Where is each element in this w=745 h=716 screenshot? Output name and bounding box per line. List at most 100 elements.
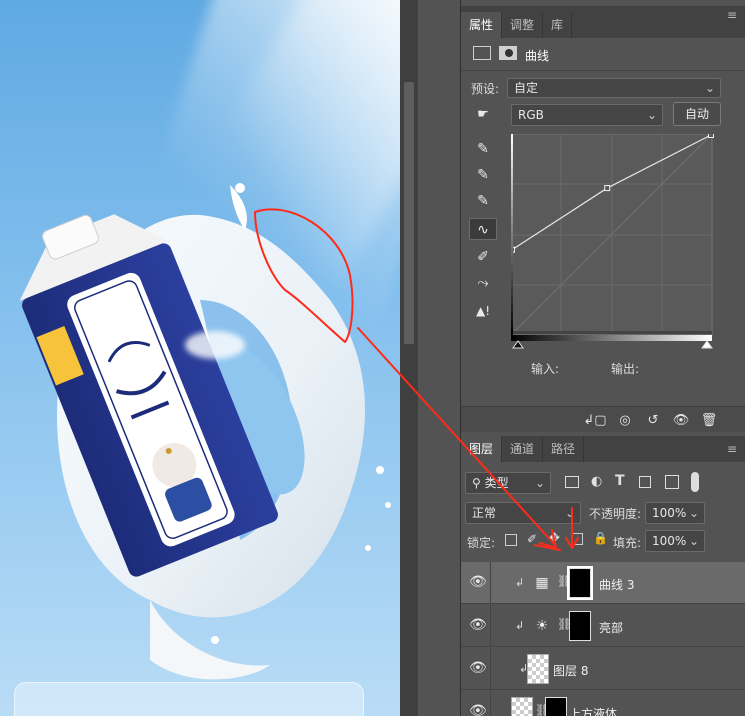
- chevron-down-icon: ⌄: [688, 506, 699, 520]
- layer-name[interactable]: 曲线 3: [599, 576, 634, 593]
- view-previous-icon[interactable]: ◎: [611, 410, 639, 432]
- auto-button[interactable]: 自动: [673, 102, 721, 126]
- visibility-icon[interactable]: 👁: [667, 410, 695, 432]
- fill-value: 100%: [652, 534, 687, 548]
- opacity-value: 100%: [652, 506, 687, 520]
- layer-row[interactable]: 👁 ↲ ☀ ⛓ 亮部: [461, 605, 745, 647]
- fill-label: 填充:: [613, 536, 642, 550]
- layer-row[interactable]: 👁 ⛓ 上方液体: [461, 691, 745, 716]
- opacity-label: 不透明度:: [589, 507, 642, 521]
- black-point-eyedropper-icon[interactable]: ✎: [469, 138, 497, 160]
- white-slider-handle[interactable]: [701, 340, 713, 349]
- gray-point-eyedropper-icon[interactable]: ✎: [469, 164, 497, 186]
- artwork: [19, 183, 391, 680]
- layer-filter-select[interactable]: ⚲ 类型 ⌄: [465, 472, 551, 494]
- properties-panel: 属性 调整 库 ≡ 曲线 预设: 自定 ⌄ ☛ RGB ⌄ 自动 ✎ ✎ ✎ ∿ ✐…: [460, 0, 745, 432]
- chevron-down-icon: ⌄: [534, 476, 545, 490]
- pixel-filter-icon[interactable]: [565, 476, 579, 488]
- black-slider-handle[interactable]: [512, 340, 524, 349]
- lock-position-icon[interactable]: ✥: [549, 531, 560, 546]
- white-point-eyedropper-icon[interactable]: ✎: [469, 190, 497, 212]
- reset-icon[interactable]: ↺: [639, 410, 667, 432]
- lock-image-icon[interactable]: ✐: [527, 532, 537, 546]
- layer-thumbnail[interactable]: [527, 654, 549, 684]
- tab-layers[interactable]: 图层: [461, 436, 503, 462]
- smart-object-filter-icon[interactable]: [665, 475, 679, 489]
- tab-properties[interactable]: 属性: [461, 12, 503, 38]
- shape-filter-icon[interactable]: [639, 476, 651, 488]
- chevron-down-icon: ⌄: [646, 108, 657, 122]
- curve-point[interactable]: [604, 185, 611, 192]
- sample-in-image-icon[interactable]: ☛: [469, 104, 497, 126]
- layer-mask-thumbnail[interactable]: [567, 566, 593, 600]
- lock-label: 锁定:: [467, 536, 496, 550]
- document-canvas[interactable]: [0, 0, 400, 716]
- curve-point[interactable]: [708, 134, 714, 138]
- scrollbar-thumb[interactable]: [404, 82, 414, 344]
- output-gradient: [511, 335, 712, 341]
- blend-mode-value: 正常: [472, 506, 497, 520]
- panel-dock-gap: [418, 0, 460, 716]
- clipping-arrow-icon: ↲: [515, 576, 525, 589]
- input-label: 输入:: [531, 362, 560, 376]
- curves-adjustment-icon: [473, 46, 491, 60]
- layer-mask-thumbnail[interactable]: [545, 697, 567, 716]
- chevron-down-icon: ⌄: [688, 534, 699, 548]
- curves-adjustment-icon: ▦: [535, 575, 549, 591]
- chevron-down-icon: ⌄: [564, 506, 575, 520]
- fill-input[interactable]: 100% ⌄: [645, 530, 705, 552]
- layer-row[interactable]: 👁 ↲ 图层 8: [461, 648, 745, 690]
- panel-menu-icon[interactable]: ≡: [727, 9, 739, 21]
- channel-select[interactable]: RGB ⌄: [511, 104, 663, 126]
- eye-icon[interactable]: 👁: [469, 574, 487, 590]
- input-gradient: [511, 134, 513, 335]
- blend-mode-select[interactable]: 正常 ⌄: [465, 502, 581, 524]
- eye-icon[interactable]: 👁: [469, 660, 487, 676]
- panel-menu-icon[interactable]: ≡: [727, 443, 739, 455]
- brightness-adjustment-icon: ☀: [535, 618, 549, 634]
- layer-mask-icon[interactable]: [499, 46, 517, 60]
- eye-icon[interactable]: 👁: [469, 617, 487, 633]
- bottom-card: [14, 682, 364, 716]
- layer-thumbnail[interactable]: [511, 697, 533, 716]
- clipping-arrow-icon: ↲: [515, 619, 525, 632]
- canvas-scrollbar[interactable]: [400, 0, 418, 716]
- tab-channels[interactable]: 通道: [502, 436, 544, 462]
- histogram-strip: [511, 331, 712, 334]
- eye-icon[interactable]: 👁: [469, 703, 487, 716]
- adjustment-title: 曲线: [525, 49, 550, 63]
- channel-value: RGB: [518, 108, 544, 122]
- clip-to-layer-icon[interactable]: ↲▢: [581, 410, 609, 432]
- tab-adjustments[interactable]: 调整: [502, 12, 544, 38]
- filter-value: 类型: [484, 476, 509, 490]
- filter-toggle[interactable]: [691, 472, 699, 492]
- preset-value: 自定: [514, 81, 539, 95]
- tab-libraries[interactable]: 库: [543, 12, 573, 38]
- trash-icon[interactable]: 🗑: [695, 410, 723, 432]
- layers-panel: 图层 通道 路径 ≡ ⚲ 类型 ⌄ ◐ T 正常 ⌄ 不透明度: 100% ⌄ 锁定:…: [460, 432, 745, 716]
- type-filter-icon[interactable]: T: [615, 473, 625, 489]
- layer-name[interactable]: 上方液体: [569, 705, 617, 716]
- lock-transparent-icon[interactable]: [505, 534, 517, 546]
- properties-tabbar: 属性 调整 库: [461, 6, 745, 38]
- pencil-icon[interactable]: ✐: [469, 246, 497, 268]
- layer-name[interactable]: 亮部: [599, 619, 623, 636]
- adjustment-filter-icon[interactable]: ◐: [591, 474, 602, 489]
- curve-points-icon[interactable]: ∿: [469, 218, 497, 240]
- opacity-input[interactable]: 100% ⌄: [645, 502, 705, 524]
- search-icon: ⚲: [472, 476, 485, 490]
- layers-tabbar: 图层 通道 路径: [461, 436, 745, 462]
- layer-name[interactable]: 图层 8: [553, 662, 588, 679]
- output-label: 输出:: [611, 362, 640, 376]
- adjustment-header: 曲线: [461, 40, 745, 70]
- lock-artboard-icon[interactable]: [571, 533, 583, 545]
- preset-label: 预设:: [471, 82, 500, 96]
- tab-paths[interactable]: 路径: [543, 436, 585, 462]
- lock-all-icon[interactable]: 🔒: [593, 531, 608, 545]
- curve-graph[interactable]: [511, 134, 715, 350]
- layer-mask-thumbnail[interactable]: [569, 611, 591, 641]
- layer-row[interactable]: 👁 ↲ ▦ ⛓ 曲线 3: [461, 562, 745, 604]
- smooth-icon[interactable]: ⤳: [469, 272, 497, 294]
- preset-select[interactable]: 自定 ⌄: [507, 78, 721, 98]
- clipping-warning-icon[interactable]: ▲!: [469, 300, 497, 322]
